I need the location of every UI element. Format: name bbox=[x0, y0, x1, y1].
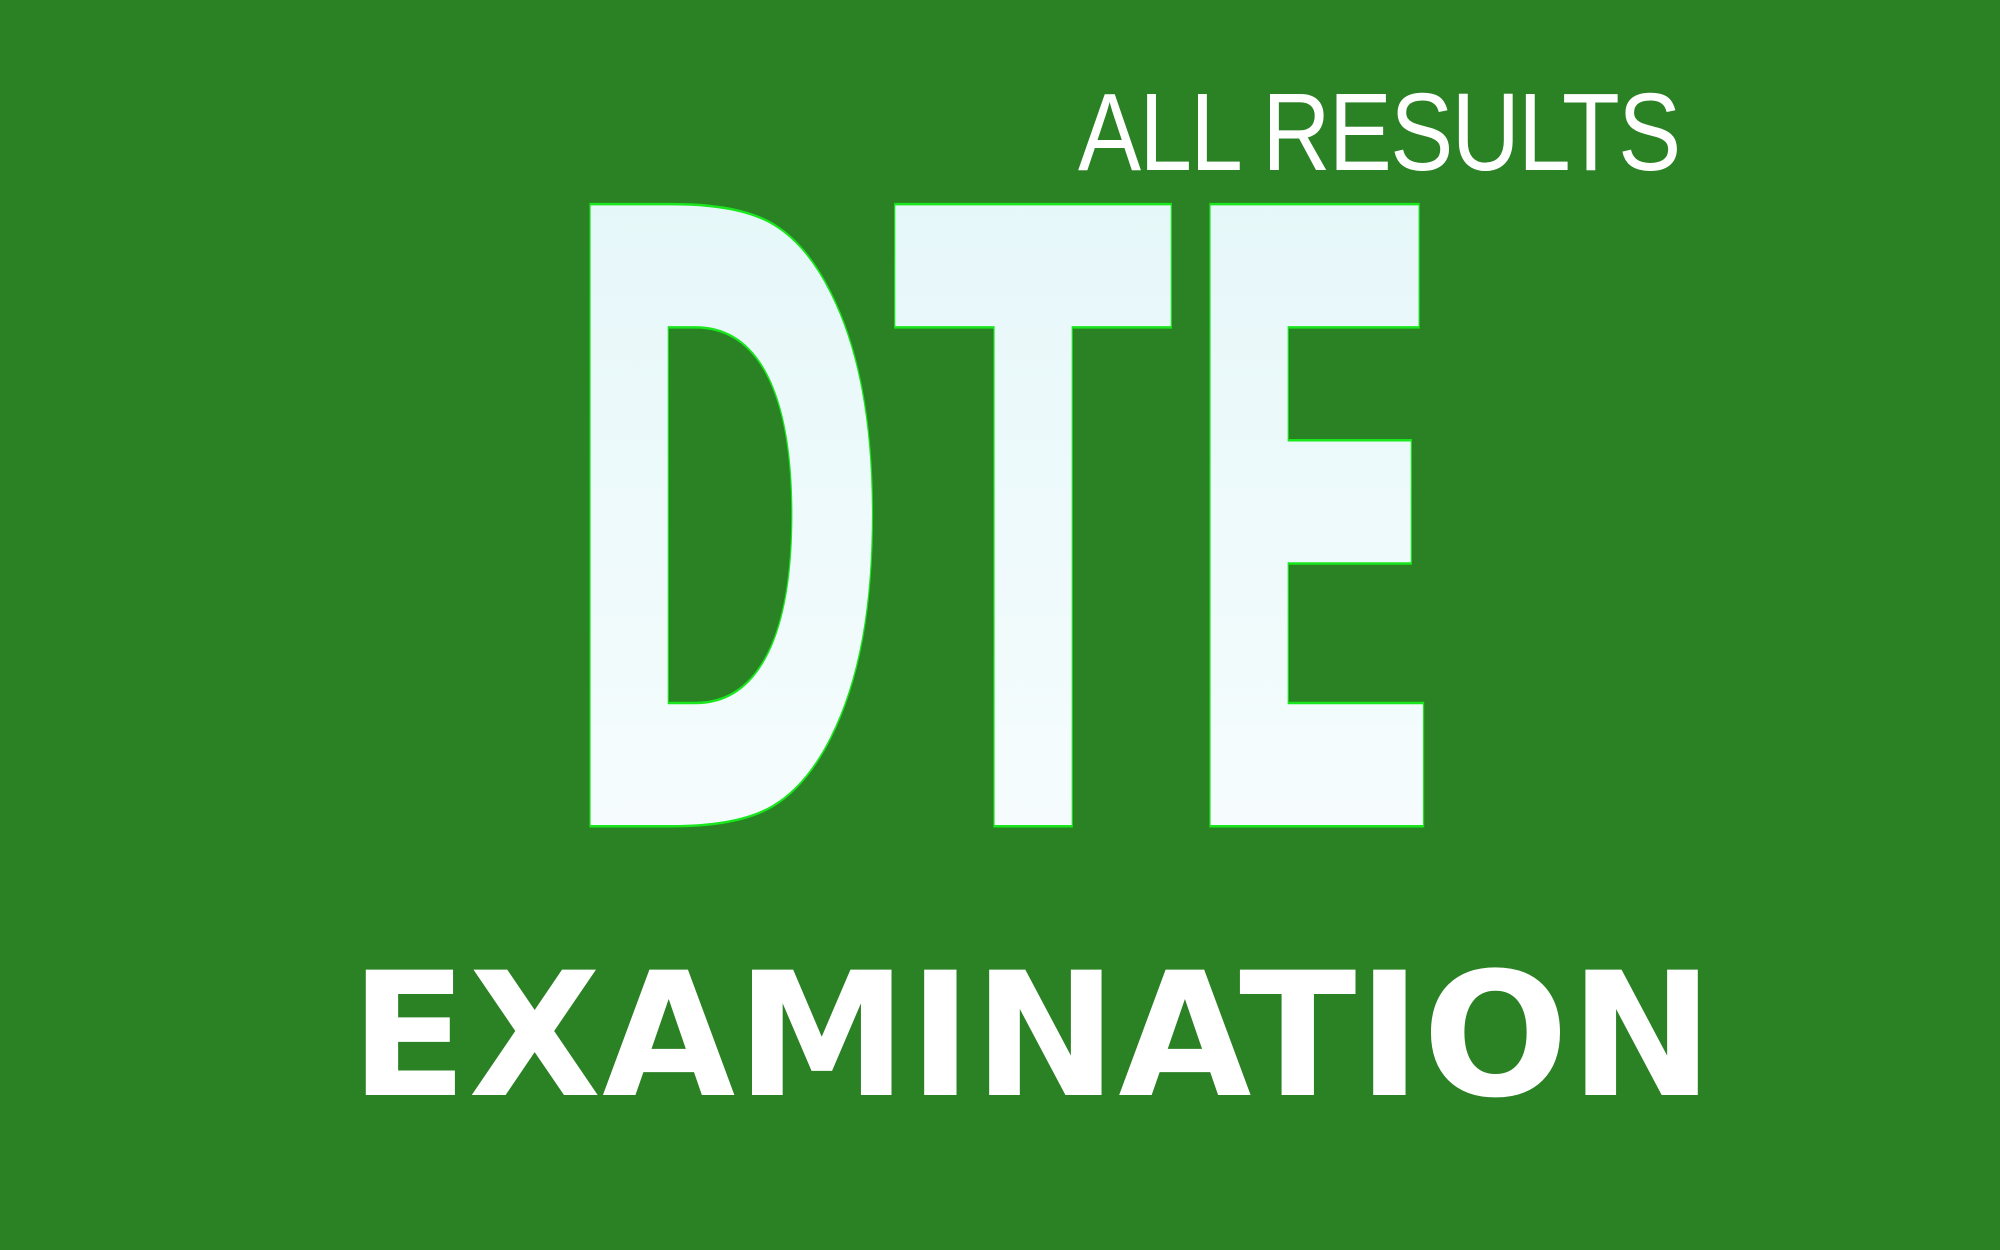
examination-text: EXAMINATION bbox=[350, 935, 1715, 1136]
dte-logo-text: DTE bbox=[553, 37, 1453, 1026]
banner: ALL RESULTS DTE EXAMINATION bbox=[0, 0, 2000, 1250]
